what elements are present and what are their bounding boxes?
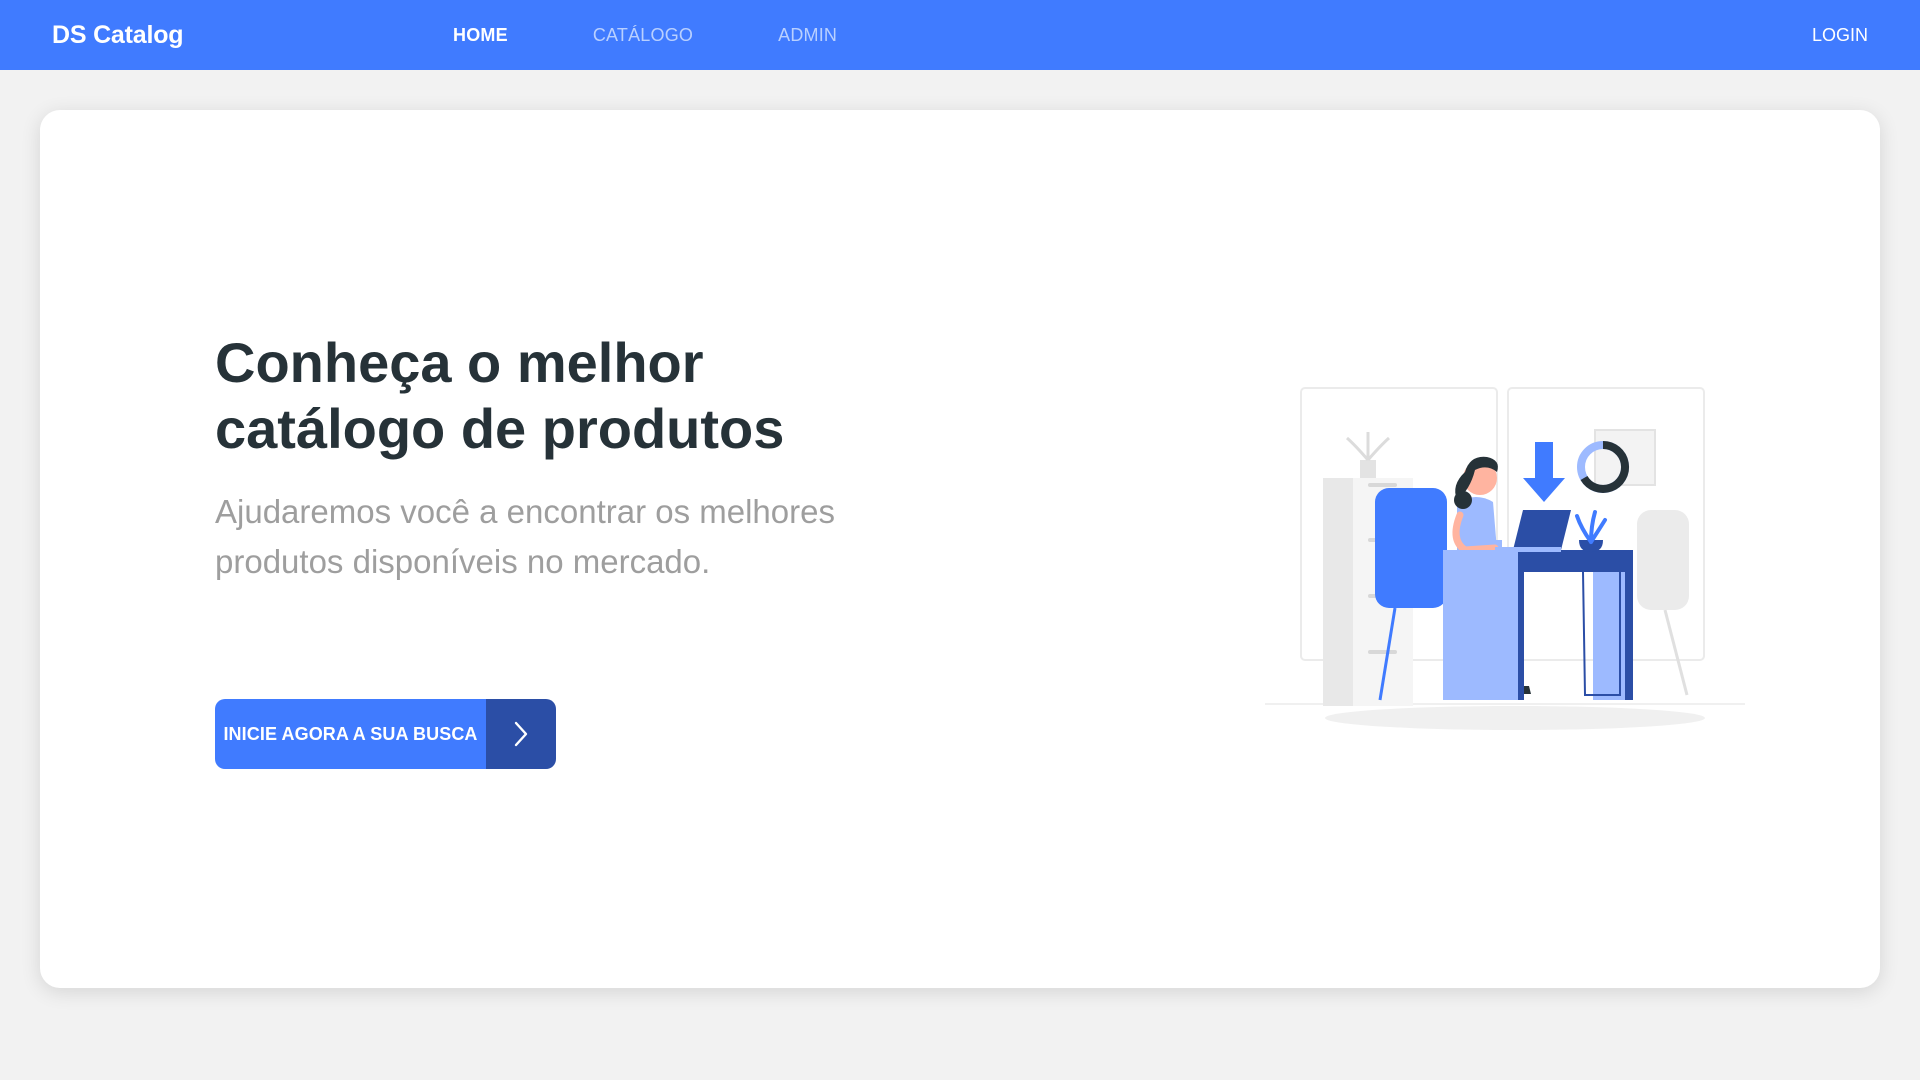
- woman-at-desk-illustration: [1225, 360, 1750, 740]
- nav-links: HOME CATÁLOGO ADMIN: [453, 0, 837, 70]
- hero-subtitle-line-2: produtos disponíveis no mercado.: [215, 543, 711, 580]
- hero-title: Conheça o melhor catálogo de produtos: [215, 330, 915, 462]
- nav-item-admin: ADMIN: [778, 25, 837, 46]
- navbar: DS Catalog HOME CATÁLOGO ADMIN LOGIN: [0, 0, 1920, 70]
- start-search-button-label: INICIE AGORA A SUA BUSCA: [215, 699, 486, 769]
- hero-subtitle: Ajudaremos você a encontrar os melhores …: [215, 487, 935, 587]
- chevron-right-icon: [486, 699, 556, 769]
- nav-link-admin[interactable]: ADMIN: [778, 25, 837, 46]
- brand-logo[interactable]: DS Catalog: [52, 0, 184, 70]
- login-link[interactable]: LOGIN: [1812, 0, 1868, 70]
- nav-item-home: HOME: [453, 25, 593, 46]
- home-card: Conheça o melhor catálogo de produtos Aj…: [40, 110, 1880, 988]
- nav-link-catalog[interactable]: CATÁLOGO: [593, 25, 693, 46]
- nav-item-catalog: CATÁLOGO: [593, 25, 778, 46]
- hero-title-line-1: Conheça o melhor: [215, 331, 704, 394]
- start-search-button[interactable]: INICIE AGORA A SUA BUSCA: [215, 699, 556, 769]
- hero-subtitle-line-1: Ajudaremos você a encontrar os melhores: [215, 493, 835, 530]
- nav-link-home[interactable]: HOME: [453, 25, 508, 46]
- hero-title-line-2: catálogo de produtos: [215, 397, 785, 460]
